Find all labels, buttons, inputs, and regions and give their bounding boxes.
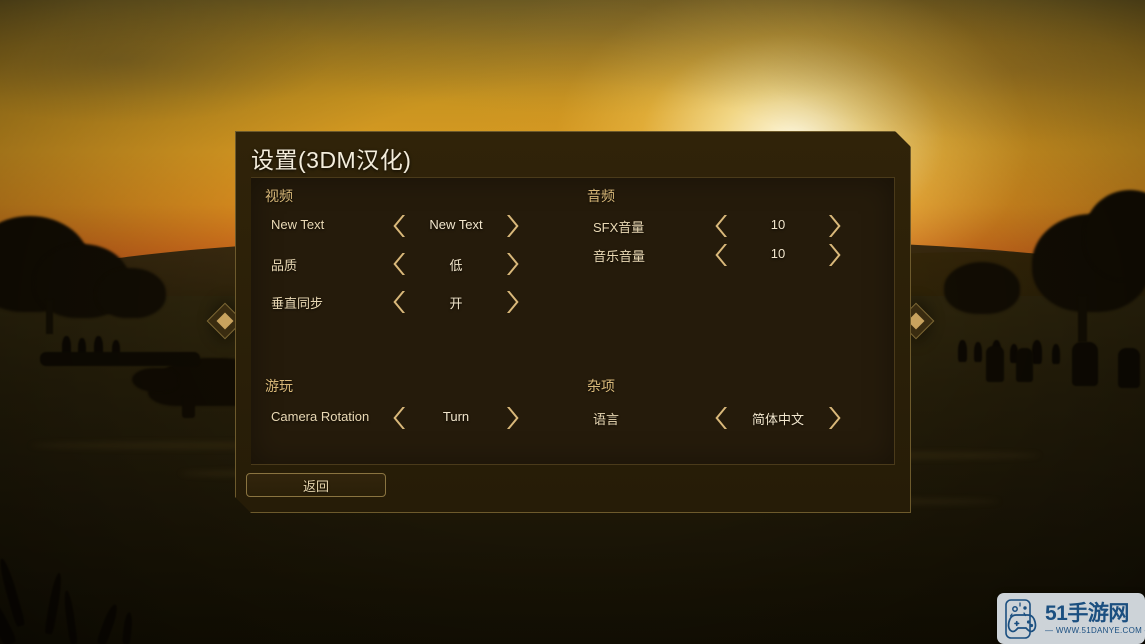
chevron-left-icon[interactable]: [713, 242, 731, 268]
option-row-audio-1: 音乐音量 10: [573, 243, 895, 267]
option-row-misc-0: 语言 简体中文: [573, 406, 895, 430]
crowd-figure: [1052, 344, 1060, 364]
chevron-left-icon[interactable]: [713, 213, 731, 239]
watermark-url: — WWW.51DANYE.COM —: [1045, 625, 1145, 635]
option-row-gameplay-0: Camera Rotation Turn: [251, 406, 573, 430]
walking-figure: [1072, 342, 1098, 386]
option-row-audio-0: SFX音量 10: [573, 214, 895, 238]
option-value: Turn: [442, 409, 470, 424]
group-header-video: 视频: [265, 188, 293, 204]
watermark-text: 51手游网 — WWW.51DANYE.COM —: [1045, 602, 1145, 636]
gamepad-phone-icon: [1000, 597, 1044, 641]
tree-trunk: [46, 300, 53, 334]
option-label: New Text: [271, 217, 325, 232]
chevron-right-icon[interactable]: [503, 405, 521, 431]
bear-head-silhouette: [132, 368, 178, 392]
option-value: 10: [770, 246, 786, 261]
chevron-right-icon[interactable]: [503, 251, 521, 277]
option-control: 开: [391, 290, 521, 314]
right-column: 音频 SFX音量 10 音乐音量 10 杂项 语言 简体中文: [573, 178, 895, 464]
chevron-right-icon[interactable]: [503, 289, 521, 315]
group-header-audio: 音频: [587, 188, 615, 204]
chevron-left-icon[interactable]: [391, 405, 409, 431]
watermark-brand: 51手游网: [1045, 601, 1129, 625]
option-control: 10: [713, 243, 843, 267]
option-label: SFX音量: [593, 220, 645, 235]
option-value: 低: [449, 258, 463, 273]
walking-figure: [986, 346, 1004, 382]
group-header-misc: 杂项: [587, 378, 615, 394]
option-row-video-0: New Text New Text: [251, 214, 573, 238]
walking-figure: [1016, 348, 1033, 382]
left-column: 视频 New Text New Text 品质 低 垂直同步 开 游玩 Came…: [251, 178, 573, 464]
tree-silhouette: [96, 268, 166, 318]
option-label: 语言: [593, 412, 620, 427]
crowd-figure: [1032, 340, 1042, 364]
crowd-figure: [974, 342, 982, 362]
option-value: 开: [449, 296, 463, 311]
option-control: 10: [713, 214, 843, 238]
option-label: 品质: [271, 258, 298, 273]
back-button[interactable]: 返回: [246, 473, 386, 497]
option-control: New Text: [391, 214, 521, 238]
chevron-right-icon[interactable]: [825, 405, 843, 431]
chevron-right-icon[interactable]: [503, 213, 521, 239]
crowd-figure: [958, 340, 967, 362]
back-button-label: 返回: [302, 478, 329, 494]
option-value: 简体中文: [751, 412, 804, 427]
ridge-silhouette: [40, 352, 200, 366]
options-panel: 视频 New Text New Text 品质 低 垂直同步 开 游玩 Came…: [251, 177, 895, 465]
chevron-left-icon[interactable]: [713, 405, 731, 431]
option-control: 简体中文: [713, 406, 843, 430]
option-value: 10: [770, 217, 786, 232]
walking-figure: [1118, 348, 1140, 388]
chevron-left-icon[interactable]: [391, 251, 409, 277]
option-control: Turn: [391, 406, 521, 430]
settings-dialog: 设置(3DM汉化) 视频 New Text New Text 品质 低 垂直同步…: [235, 131, 911, 513]
site-watermark: 51手游网 — WWW.51DANYE.COM —: [997, 593, 1145, 644]
group-header-gameplay: 游玩: [265, 378, 293, 394]
option-value: New Text: [429, 217, 483, 232]
option-label: 垂直同步: [271, 296, 324, 311]
tree-silhouette: [944, 262, 1020, 314]
option-row-video-2: 垂直同步 开: [251, 290, 573, 314]
option-label: Camera Rotation: [271, 409, 370, 424]
chevron-left-icon[interactable]: [391, 289, 409, 315]
bear-leg: [182, 396, 195, 418]
chevron-right-icon[interactable]: [825, 213, 843, 239]
option-control: 低: [391, 252, 521, 276]
tree-trunk: [1078, 296, 1087, 342]
dialog-title: 设置(3DM汉化): [251, 147, 412, 173]
chevron-right-icon[interactable]: [825, 242, 843, 268]
option-label: 音乐音量: [593, 249, 646, 264]
option-row-video-1: 品质 低: [251, 252, 573, 276]
chevron-left-icon[interactable]: [391, 213, 409, 239]
